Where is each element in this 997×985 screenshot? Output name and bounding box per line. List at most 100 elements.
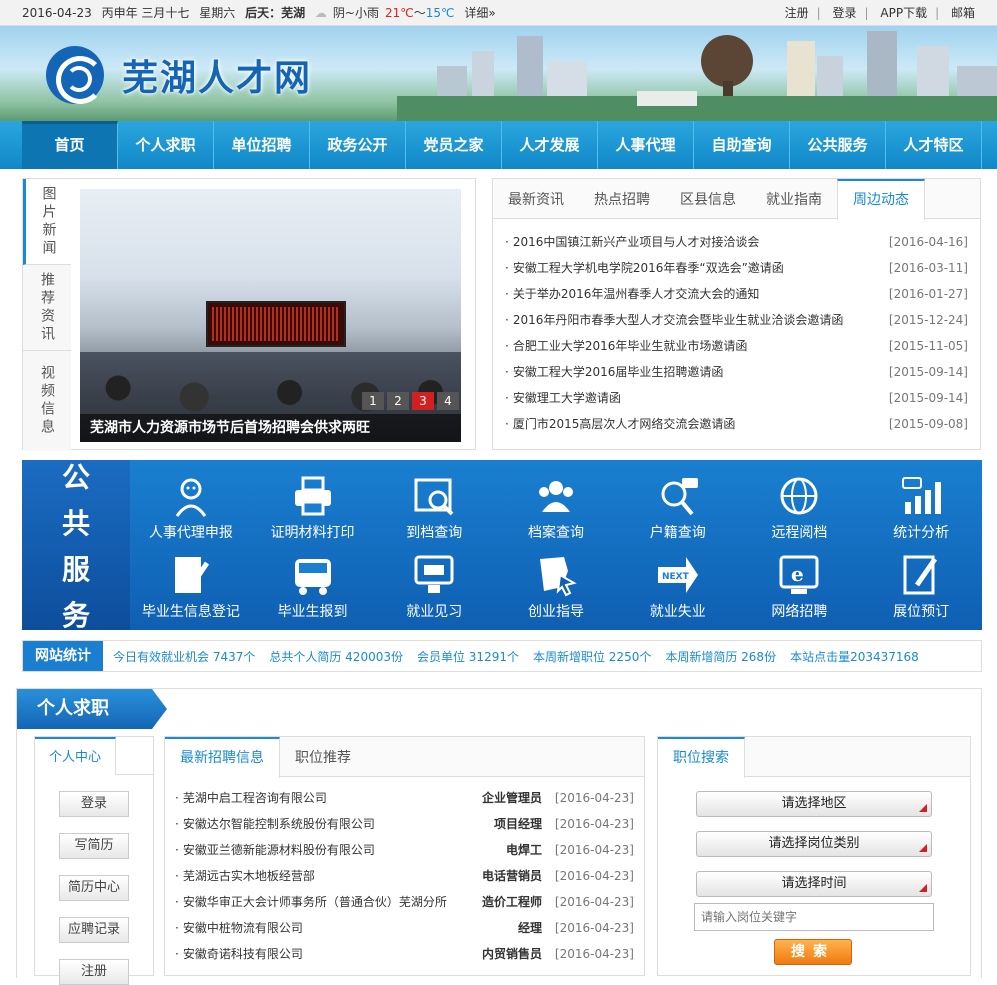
table-row[interactable]: 安徽奇诺科技有限公司内贸销售员 [2016-04-23] [175,941,634,967]
company-name[interactable]: 芜湖中启工程咨询有限公司 [175,785,462,811]
nav-party-members[interactable]: 党员之家 [406,121,502,169]
register-link[interactable]: 注册 [785,6,809,20]
company-name[interactable]: 安徽中桩物流有限公司 [175,915,462,941]
table-row[interactable]: 安徽华审正大会计师事务所（普通合伙）芜湖分所造价工程师 [2016-04-23] [175,889,634,915]
list-item[interactable]: 合肥工业大学2016年毕业生就业市场邀请函 [2015-11-05] [505,333,968,359]
nav-talent-development[interactable]: 人才发展 [502,121,598,169]
tab-recommended[interactable]: 推荐资讯 [23,265,71,351]
news-title[interactable]: 合肥工业大学2016年毕业生就业市场邀请函 [505,333,748,359]
region-select[interactable]: 请选择地区 [696,791,932,817]
list-item[interactable]: 厦门市2015高层次人才网络交流会邀请函 [2015-09-08] [505,411,968,437]
search-button[interactable]: 搜索 [774,939,852,965]
nav-talent-zone[interactable]: 人才特区 [886,121,982,169]
personal-center-title[interactable]: 个人中心 [35,737,117,775]
job-position[interactable]: 经理 [462,915,542,941]
pager-1[interactable]: 1 [362,392,384,410]
tab-employment-guide[interactable]: 就业指南 [751,179,837,219]
job-position[interactable]: 电话营销员 [462,863,542,889]
news-photo[interactable]: 1 2 3 4 芜湖市人力资源市场节后首场招聘会供求两旺 [80,189,461,442]
service-certificate-print[interactable]: 证明材料打印 [252,468,374,547]
weather-detail-link[interactable]: 详细» [464,6,495,20]
public-service-title: 公 共 服 务 [22,460,130,632]
company-name[interactable]: 安徽奇诺科技有限公司 [175,941,462,967]
time-select[interactable]: 请选择时间 [696,871,932,897]
table-row[interactable]: 芜湖远古实木地板经营部电话营销员 [2016-04-23] [175,863,634,889]
service-archive-query[interactable]: 档案查询 [495,468,617,547]
job-position[interactable]: 内贸销售员 [462,941,542,967]
resume-center-button[interactable]: 简历中心 [59,875,129,901]
nav-public-service[interactable]: 公共服务 [790,121,886,169]
service-startup-guidance[interactable]: 创业指导 [495,547,617,626]
job-position[interactable]: 项目经理 [462,811,542,837]
photo-caption[interactable]: 芜湖市人力资源市场节后首场招聘会供求两旺 [80,414,461,442]
company-name[interactable]: 安徽华审正大会计师事务所（普通合伙）芜湖分所 [175,889,462,915]
company-name[interactable]: 安徽亚兰德新能源材料股份有限公司 [175,837,462,863]
site-logo[interactable]: 芜湖人才网 [46,46,312,104]
nav-government-affairs[interactable]: 政务公开 [310,121,406,169]
nav-recruitment[interactable]: 单位招聘 [214,121,310,169]
mail-link[interactable]: 邮箱 [951,6,975,20]
list-item[interactable]: 安徽工程大学2016届毕业生招聘邀请函 [2015-09-14] [505,359,968,385]
app-download-link[interactable]: APP下载 [880,6,927,20]
tab-nearby-news[interactable]: 周边动态 [837,179,925,220]
company-name[interactable]: 芜湖远古实木地板经营部 [175,863,462,889]
tab-picture-news[interactable]: 图片新闻 [23,179,71,265]
pager-4[interactable]: 4 [437,392,459,410]
service-label: 就业见习 [406,603,463,620]
nav-hr-agency[interactable]: 人事代理 [598,121,694,169]
service-hr-agency-apply[interactable]: 人事代理申报 [130,468,252,547]
news-title[interactable]: 2016年丹阳市春季大型人才交流会暨毕业生就业洽谈会邀请函 [505,307,844,333]
service-graduate-register[interactable]: 毕业生信息登记 [130,547,252,626]
service-file-arrival-query[interactable]: 到档查询 [373,468,495,547]
nav-home[interactable]: 首页 [22,121,118,169]
table-row[interactable]: 安徽中桩物流有限公司经理 [2016-04-23] [175,915,634,941]
tab-latest-news[interactable]: 最新资讯 [493,179,579,219]
news-title[interactable]: 关于举办2016年温州春季人才交流大会的通知 [505,281,760,307]
login-button[interactable]: 登录 [59,791,129,817]
list-item[interactable]: 关于举办2016年温州春季人才交流大会的通知 [2016-01-27] [505,281,968,307]
service-statistics[interactable]: 统计分析 [860,468,982,547]
write-resume-button[interactable]: 写简历 [59,833,129,859]
keyword-input[interactable] [694,903,934,931]
pager-2[interactable]: 2 [387,392,409,410]
table-row[interactable]: 安徽达尔智能控制系统股份有限公司项目经理 [2016-04-23] [175,811,634,837]
job-position[interactable]: 企业管理员 [462,785,542,811]
job-position[interactable]: 电焊工 [462,837,542,863]
separator: | [816,6,821,20]
service-booth-booking[interactable]: 展位预订 [860,547,982,626]
table-row[interactable]: 安徽亚兰德新能源材料股份有限公司电焊工 [2016-04-23] [175,837,634,863]
login-link[interactable]: 登录 [833,6,857,20]
tab-video[interactable]: 视频信息 [23,351,71,451]
list-item[interactable]: 2016中国镇江新兴产业项目与人才对接洽谈会 [2016-04-16] [505,229,968,255]
service-unemployment[interactable]: NEXT 就业失业 [617,547,739,626]
service-household-query[interactable]: 户籍查询 [617,468,739,547]
site-stats: 网站统计 今日有效就业机会 7437个 总共个人简历 420003份 会员单位 … [22,640,982,672]
pager-3[interactable]: 3 [412,392,434,410]
register-button[interactable]: 注册 [59,959,129,985]
tab-latest-jobs[interactable]: 最新招聘信息 [165,737,280,778]
table-row[interactable]: 芜湖中启工程咨询有限公司企业管理员 [2016-04-23] [175,785,634,811]
news-title[interactable]: 安徽工程大学机电学院2016年春季“双选会”邀请函 [505,255,784,281]
service-remote-archive[interactable]: 远程阅档 [739,468,861,547]
job-search-panel: 职位搜索 请选择地区 请选择岗位类别 请选择时间 搜索 [657,736,971,976]
service-graduate-report[interactable]: 毕业生报到 [252,547,374,626]
news-title[interactable]: 厦门市2015高层次人才网络交流会邀请函 [505,411,736,437]
service-online-recruitment[interactable]: e 网络招聘 [739,547,861,626]
tab-hot-jobs[interactable]: 热点招聘 [579,179,665,219]
company-name[interactable]: 安徽达尔智能控制系统股份有限公司 [175,811,462,837]
nav-self-service[interactable]: 自助查询 [694,121,790,169]
news-title[interactable]: 安徽理工大学邀请函 [505,385,621,411]
tab-job-recommend[interactable]: 职位推荐 [280,737,366,777]
job-position[interactable]: 造价工程师 [462,889,542,915]
job-category-select[interactable]: 请选择岗位类别 [696,831,932,857]
news-title[interactable]: 安徽工程大学2016届毕业生招聘邀请函 [505,359,724,385]
tab-job-search[interactable]: 职位搜索 [658,737,745,778]
tab-district-info[interactable]: 区县信息 [665,179,751,219]
news-title[interactable]: 2016中国镇江新兴产业项目与人才对接洽谈会 [505,229,760,255]
list-item[interactable]: 2016年丹阳市春季大型人才交流会暨毕业生就业洽谈会邀请函 [2015-12-24… [505,307,968,333]
list-item[interactable]: 安徽工程大学机电学院2016年春季“双选会”邀请函 [2016-03-11] [505,255,968,281]
application-records-button[interactable]: 应聘记录 [59,917,129,943]
list-item[interactable]: 安徽理工大学邀请函 [2015-09-14] [505,385,968,411]
service-internship[interactable]: 就业见习 [373,547,495,626]
nav-job-seeking[interactable]: 个人求职 [118,121,214,169]
